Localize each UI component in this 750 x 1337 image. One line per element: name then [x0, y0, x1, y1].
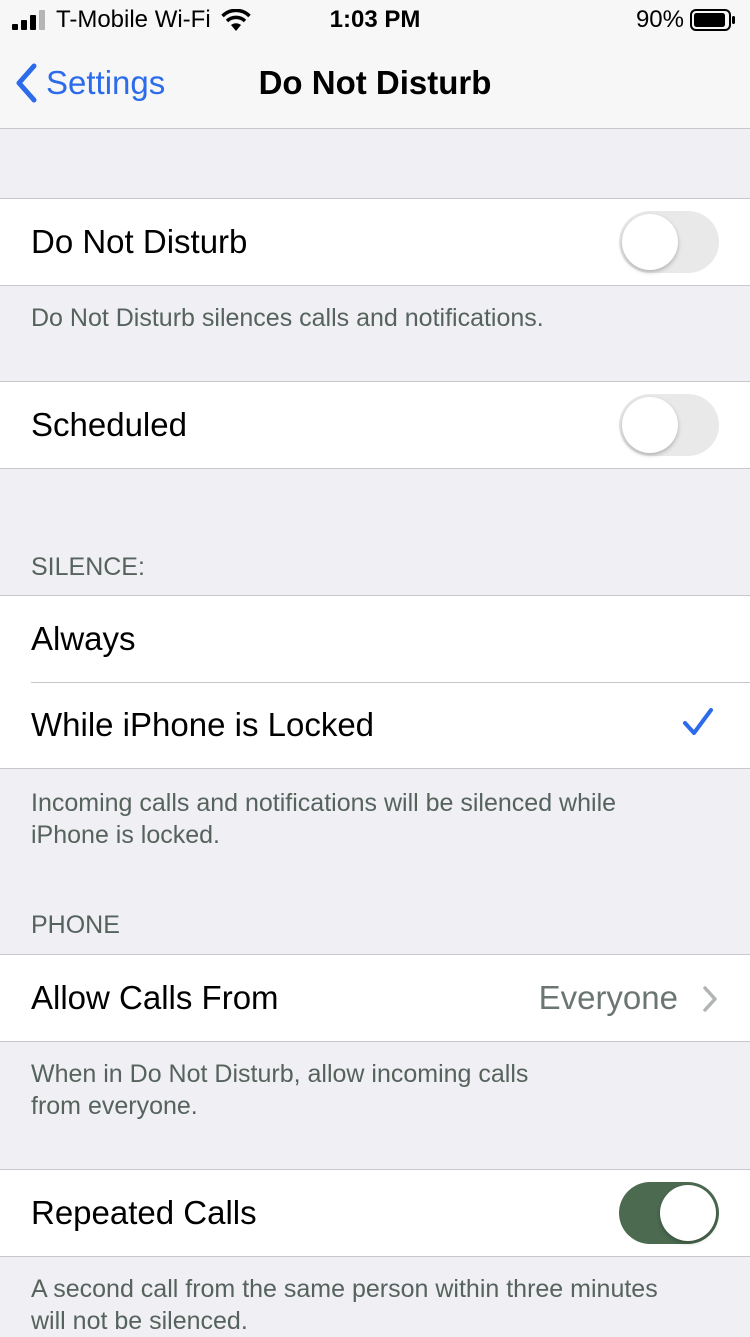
- checkmark-icon: [683, 708, 713, 735]
- repeated-footer-line2: will not be silenced.: [31, 1307, 248, 1335]
- allow-calls-from-row[interactable]: Allow Calls From Everyone: [0, 955, 750, 1041]
- dnd-group: Do Not Disturb: [0, 198, 750, 286]
- scheduled-group: Scheduled: [0, 381, 750, 469]
- phone-footer-line2: from everyone.: [31, 1092, 198, 1120]
- status-right: 90%: [636, 6, 736, 34]
- repeated-calls-group: Repeated Calls: [0, 1169, 750, 1257]
- allow-calls-from-value: Everyone: [538, 979, 678, 1016]
- repeated-calls-row: Repeated Calls: [0, 1170, 750, 1256]
- scheduled-toggle[interactable]: [619, 394, 719, 456]
- silence-option-while-locked[interactable]: While iPhone is Locked: [0, 682, 750, 768]
- scheduled-row: Scheduled: [0, 382, 750, 468]
- chevron-right-icon: [703, 986, 717, 1012]
- toggle-knob: [622, 214, 678, 270]
- dnd-footer: Do Not Disturb silences calls and notifi…: [31, 304, 544, 332]
- navigation-bar: Settings Do Not Disturb: [0, 40, 750, 129]
- silence-option-always[interactable]: Always: [0, 596, 750, 682]
- repeated-calls-label: Repeated Calls: [31, 1194, 257, 1231]
- dnd-row: Do Not Disturb: [0, 199, 750, 285]
- silence-option-label: Always: [31, 620, 136, 657]
- phone-header: PHONE: [31, 911, 120, 939]
- toggle-knob: [660, 1185, 716, 1241]
- status-bar: T-Mobile Wi-Fi 1:03 PM 90%: [0, 0, 750, 40]
- repeated-calls-toggle[interactable]: [619, 1182, 719, 1244]
- repeated-calls-footer: A second call from the same person withi…: [31, 1273, 721, 1337]
- allow-calls-from-label: Allow Calls From: [31, 979, 279, 1016]
- scheduled-label: Scheduled: [31, 406, 187, 443]
- silence-footer-line2: iPhone is locked.: [31, 821, 221, 849]
- silence-group: Always While iPhone is Locked: [0, 595, 750, 769]
- silence-option-label: While iPhone is Locked: [31, 706, 375, 743]
- silence-footer-line1: Incoming calls and notifications will be…: [31, 789, 617, 817]
- silence-header: SILENCE:: [31, 553, 145, 581]
- battery-icon: [690, 9, 735, 31]
- dnd-label: Do Not Disturb: [31, 223, 248, 260]
- phone-group: Allow Calls From Everyone: [0, 954, 750, 1042]
- repeated-footer-line1: A second call from the same person withi…: [31, 1275, 658, 1303]
- page-title: Do Not Disturb: [258, 64, 492, 101]
- battery-percentage: 90%: [635, 6, 684, 33]
- phone-footer: When in Do Not Disturb, allow incoming c…: [31, 1058, 721, 1122]
- silence-footer: Incoming calls and notifications will be…: [31, 787, 721, 851]
- phone-footer-line1: When in Do Not Disturb, allow incoming c…: [31, 1060, 529, 1088]
- dnd-toggle[interactable]: [619, 211, 719, 273]
- toggle-knob: [622, 397, 678, 453]
